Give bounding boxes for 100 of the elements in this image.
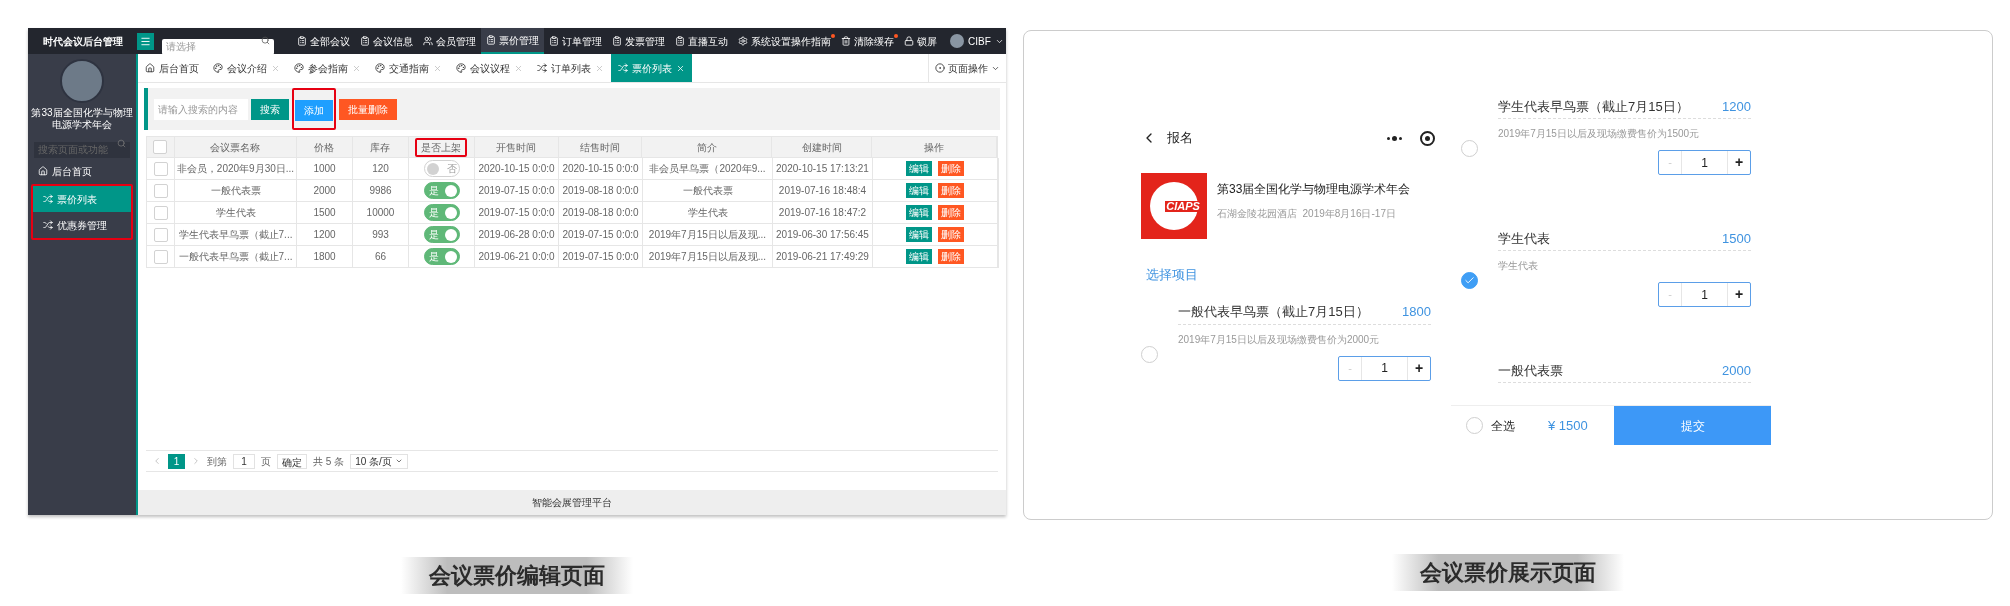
next-page-icon[interactable] [191, 456, 201, 466]
edit-button[interactable]: 编辑 [906, 249, 932, 264]
nav-item[interactable]: 清除缓存 [836, 28, 899, 54]
ticket-price: 2000 [1722, 361, 1751, 380]
settings-icon [738, 36, 748, 46]
table-cell-text: 一般代表票 [682, 184, 733, 198]
caret-icon [394, 457, 403, 465]
nav-item[interactable]: 会议信息 [355, 28, 418, 54]
select-all-label[interactable]: 全选 [1491, 416, 1515, 435]
ticket-price: 1800 [1402, 303, 1431, 322]
table-cell-text: 2019-07-15 0:0:0 [562, 228, 639, 242]
page-tab[interactable]: 交通指南 [368, 54, 449, 82]
column-header: 开售时间 [496, 140, 537, 155]
checkbox[interactable] [153, 205, 168, 220]
user-name[interactable]: CIBF [968, 33, 991, 49]
page-tab[interactable]: 参会指南 [287, 54, 368, 82]
table-cell-text: 66 [374, 250, 387, 264]
page-size-select[interactable]: 10 条/页 [350, 453, 408, 469]
nav-item[interactable]: 会员管理 [418, 28, 481, 54]
nav-item[interactable]: 票价管理 [481, 28, 544, 54]
radio-button[interactable] [1141, 345, 1158, 363]
edit-button[interactable]: 编辑 [906, 161, 932, 176]
page-number-field[interactable]: 1 [233, 453, 255, 469]
checkbox[interactable] [153, 249, 168, 264]
close-icon[interactable] [514, 63, 523, 73]
checkbox[interactable] [153, 161, 168, 176]
increase-button[interactable]: + [1727, 151, 1750, 174]
table-cell-text: 2000 [313, 184, 336, 198]
home-icon [38, 166, 48, 176]
sidebar-item[interactable]: 票价列表 [33, 186, 131, 212]
nav-item[interactable]: 直播互动 [670, 28, 733, 54]
radio-button[interactable] [1461, 140, 1478, 157]
table-cell-text: 学生代表 [215, 206, 256, 220]
home-icon [145, 63, 155, 73]
edit-button[interactable]: 编辑 [906, 183, 932, 198]
quantity-field[interactable]: 1 [1682, 151, 1727, 174]
shuffle-icon [618, 63, 628, 73]
table-cell-text: 2019-07-16 18:48:4 [778, 184, 867, 198]
close-icon[interactable] [676, 63, 685, 73]
radio-button[interactable] [1466, 417, 1483, 434]
nav-item[interactable]: 系统设置操作指南 [733, 28, 836, 54]
ticket-description: 2019年7月15日以后及现场缴费售价为2000元 [1178, 332, 1381, 347]
quantity-field[interactable]: 1 [1682, 283, 1727, 306]
palette-icon [375, 63, 385, 73]
page-button[interactable]: 1 [168, 453, 185, 469]
palette-icon [213, 63, 223, 73]
search-field[interactable]: 请选择 [162, 38, 274, 55]
ticket-name: 学生代表 [1498, 229, 1550, 248]
nav-item[interactable]: 全部会议 [292, 28, 355, 54]
edit-button[interactable]: 编辑 [906, 227, 932, 242]
sidebar-item[interactable]: 优惠券管理 [33, 212, 131, 238]
close-icon[interactable] [271, 63, 280, 73]
menu-button[interactable] [137, 32, 154, 50]
conference-subtitle: 石湖金陵花园酒店 2019年8月16日-17日 [1217, 207, 1397, 221]
quantity-field[interactable]: 1 [1362, 356, 1407, 380]
checkbox[interactable] [153, 140, 168, 154]
user-avatar[interactable] [950, 34, 964, 48]
search-icon [117, 139, 126, 148]
conference-title: 第33届全国化学与物理电源学术年会 [1217, 181, 1411, 198]
confirm-button[interactable]: 确定 [277, 453, 307, 469]
checkbox[interactable] [153, 227, 168, 242]
column-header: 简介 [696, 140, 717, 155]
nav-item[interactable]: 订单管理 [544, 28, 607, 54]
search-field[interactable]: 请输入搜索的内容 [154, 98, 248, 120]
conference-logo: CIAPS [1141, 173, 1207, 239]
table-cell-text: 学生代表 [687, 206, 728, 220]
close-icon[interactable] [595, 63, 604, 73]
increase-button[interactable]: + [1407, 356, 1430, 380]
close-icon[interactable] [352, 63, 361, 73]
checkbox[interactable] [153, 183, 168, 198]
column-header: 价格 [314, 140, 335, 155]
page-tab[interactable]: 会议介绍 [206, 54, 287, 82]
page-tab[interactable]: 订单列表 [530, 54, 611, 82]
target-icon[interactable] [1420, 130, 1435, 146]
table-cell-text: 2020-10-15 0:0:0 [562, 162, 639, 176]
avatar-placeholder [60, 59, 104, 103]
shuffle-icon [43, 220, 53, 230]
clipboard-icon [675, 36, 685, 46]
conference-name: 第33届全国化学与物理电源学术年会 [30, 107, 134, 131]
table-cell-text: 2019-08-18 0:0:0 [562, 184, 639, 198]
page-tab[interactable]: 后台首页 [138, 54, 206, 82]
ticket-name: 学生代表早鸟票（截止7月15日） [1498, 97, 1689, 116]
radio-button[interactable] [1461, 272, 1478, 289]
sidebar-item[interactable]: 后台首页 [28, 158, 136, 184]
app-logo: 时代会议后台管理 [41, 34, 124, 49]
close-icon[interactable] [433, 63, 442, 73]
table-cell-text: 非会员，2020年9月30日... [176, 162, 295, 176]
page-tab[interactable]: 会议议程 [449, 54, 530, 82]
search-button[interactable]: 搜索 [251, 98, 289, 120]
edit-button[interactable]: 编辑 [906, 205, 932, 220]
nav-item[interactable]: 发票管理 [607, 28, 670, 54]
section-title: 选择项目 [1146, 266, 1199, 284]
prev-page-icon[interactable] [152, 456, 162, 466]
page-actions-menu[interactable]: 页面操作 [948, 60, 988, 76]
nav-item[interactable]: 锁屏 [899, 28, 942, 54]
more-icon[interactable] [1387, 135, 1402, 141]
clipboard-icon [612, 36, 622, 46]
increase-button[interactable]: + [1727, 283, 1750, 306]
table-cell-text: 10000 [366, 206, 395, 220]
page-tab[interactable]: 票价列表 [611, 54, 692, 82]
